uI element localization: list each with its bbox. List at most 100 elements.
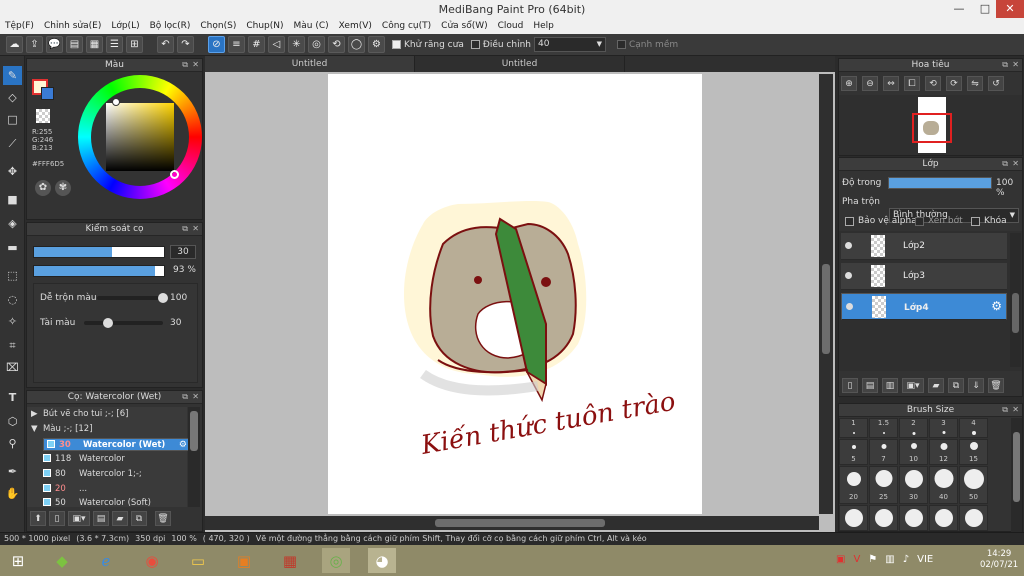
horizontal-scrollbar[interactable] <box>205 516 819 530</box>
saturation-value-square[interactable] <box>106 103 174 171</box>
tray-volume-icon[interactable]: ♪ <box>903 554 909 565</box>
panel-close-icon[interactable]: ✕ <box>192 223 199 235</box>
visibility-eye-icon[interactable] <box>845 272 852 279</box>
internet-explorer-icon[interactable]: ℯ <box>92 548 120 573</box>
brush-item[interactable]: 30 Watercolor (Wet) ⚙ <box>43 438 191 451</box>
menu-window[interactable]: Cửa sổ(W) <box>436 21 492 31</box>
delete-layer-icon[interactable]: 🗑 <box>988 378 1004 393</box>
circle-snap-icon[interactable]: ◎ <box>308 36 325 53</box>
app-grid-icon[interactable]: ▦ <box>276 548 304 573</box>
panel-close-icon[interactable]: ✕ <box>192 391 199 403</box>
tab-untitled-1[interactable]: Untitled <box>205 56 415 72</box>
layer-opacity-slider[interactable] <box>888 177 992 189</box>
navigator-preview[interactable] <box>839 95 1022 155</box>
antialias-checkbox[interactable] <box>392 40 401 49</box>
undo-icon[interactable]: ↶ <box>157 36 174 53</box>
dot-tool-icon[interactable]: □ <box>3 110 22 129</box>
tray-clock[interactable]: 14:29 02/07/21 <box>980 549 1018 571</box>
panel-detach-icon[interactable]: ⧉ <box>1002 59 1008 71</box>
vanish-snap-icon[interactable]: ◁ <box>268 36 285 53</box>
maximize-button[interactable]: □ <box>972 0 998 18</box>
panel-close-icon[interactable]: ✕ <box>1012 404 1019 416</box>
menu-edit[interactable]: Chỉnh sửa(E) <box>39 21 106 31</box>
brush-size-cell[interactable]: 50 <box>959 466 988 504</box>
visibility-eye-icon[interactable] <box>846 303 853 310</box>
delete-brush-icon[interactable]: 🗑 <box>155 511 171 526</box>
close-button[interactable]: ✕ <box>996 0 1024 18</box>
protect-alpha-option[interactable]: Bảo vệ alpha <box>845 216 917 226</box>
brush-size-cell[interactable] <box>869 505 898 531</box>
flip-horizontal-icon[interactable]: ⇋ <box>967 76 983 91</box>
new-8bit-layer-icon[interactable]: ▥ <box>882 378 898 393</box>
menu-snap[interactable]: Chup(N) <box>241 21 288 31</box>
brush-folder-icon[interactable]: ▰ <box>112 511 128 526</box>
lasso-select-icon[interactable]: ◌ <box>3 290 22 309</box>
correction-dropdown[interactable]: 40 ▼ <box>533 37 606 52</box>
merge-layer-icon[interactable]: ⇓ <box>968 378 984 393</box>
lock-option[interactable]: Khóa <box>971 216 1007 226</box>
duplicate-brush-icon[interactable]: ⧉ <box>131 511 147 526</box>
brush-properties-icon[interactable]: ▤ <box>93 511 109 526</box>
actual-size-icon[interactable]: ⧠ <box>904 76 920 91</box>
chrome-icon[interactable]: ◉ <box>138 548 166 573</box>
menu-select[interactable]: Chọn(S) <box>195 21 241 31</box>
panel-close-icon[interactable]: ✕ <box>192 59 199 71</box>
select-eraser-icon[interactable]: ⌧ <box>3 358 22 377</box>
paint-app-icon[interactable]: ◎ <box>322 548 350 573</box>
brush-group[interactable]: ▼ Màu ;-; [12] <box>31 423 179 436</box>
layer-row[interactable]: Lớp3 <box>841 263 1007 290</box>
brush-group[interactable]: ▶ Bút vẽ cho tui ;-; [6] <box>31 408 179 421</box>
speech-bubble-icon[interactable]: 💬 <box>46 36 63 53</box>
hand-tool-icon[interactable]: ✋ <box>3 484 22 503</box>
fit-width-icon[interactable]: ⇔ <box>883 76 899 91</box>
sv-picker-handle[interactable] <box>112 98 120 106</box>
brush-size-cell[interactable]: 30 <box>899 466 928 504</box>
curve-snap-icon[interactable]: ⟲ <box>328 36 345 53</box>
radial-snap-icon[interactable]: ✳ <box>288 36 305 53</box>
brush-size-cell[interactable] <box>839 505 868 531</box>
menu-file[interactable]: Tệp(F) <box>0 21 39 31</box>
amount-slider-knob[interactable] <box>102 318 113 328</box>
brush-opacity-slider[interactable] <box>33 265 165 277</box>
brush-size-cell[interactable]: 25 <box>869 466 898 504</box>
brush-size-cell[interactable]: 2 <box>899 418 928 438</box>
redo-icon[interactable]: ↷ <box>177 36 194 53</box>
pen-tool-icon[interactable]: ✒ <box>3 462 22 481</box>
powerpoint-icon[interactable]: ▣ <box>230 548 258 573</box>
file-explorer-icon[interactable]: ▭ <box>184 548 212 573</box>
drawing-canvas[interactable]: Kiến thức tuôn trào <box>328 74 702 514</box>
brush-size-cell[interactable] <box>929 505 958 531</box>
brush-size-cell[interactable]: 1 <box>839 418 868 438</box>
settings-gear-icon[interactable]: ⚙ <box>368 36 385 53</box>
secondary-color-swatch[interactable] <box>41 87 54 100</box>
tab-untitled-2[interactable]: Untitled <box>415 56 625 72</box>
layer-settings-gear-icon[interactable]: ⚙ <box>991 300 1002 313</box>
panel-detach-icon[interactable]: ⧉ <box>182 223 188 235</box>
transparent-swatch[interactable] <box>36 109 50 123</box>
brush-size-cell[interactable]: 7 <box>869 439 898 465</box>
panel-detach-icon[interactable]: ⧉ <box>1002 404 1008 416</box>
palette-add-icon[interactable]: ✾ <box>55 180 71 196</box>
duplicate-layer-icon[interactable]: ⧉ <box>948 378 964 393</box>
menu-filter[interactable]: Bộ lọc(R) <box>145 21 196 31</box>
brush-size-cell[interactable]: 40 <box>929 466 958 504</box>
blend-slider-knob[interactable] <box>158 293 168 303</box>
layer-row[interactable]: Lớp2 <box>841 233 1007 260</box>
brush-size-value[interactable]: 30 <box>170 245 196 259</box>
add-layer-menu-icon[interactable]: ▣▾ <box>902 378 924 393</box>
parallel-snap-icon[interactable]: ≡ <box>228 36 245 53</box>
new-layer-icon[interactable]: ▯ <box>842 378 858 393</box>
brush-settings-gear-icon[interactable]: ⚙ <box>179 439 187 452</box>
brush-item[interactable]: 20... <box>43 483 191 496</box>
blend-slider[interactable] <box>97 293 168 303</box>
text-tool-icon[interactable]: T <box>3 388 22 407</box>
new-halftone-layer-icon[interactable]: ▤ <box>862 378 878 393</box>
brush-size-cell[interactable]: 1.5 <box>869 418 898 438</box>
zoom-in-icon[interactable]: ⊕ <box>841 76 857 91</box>
amount-slider[interactable] <box>84 318 163 328</box>
hue-picker-handle[interactable] <box>170 170 179 179</box>
brush-list-scrollbar[interactable] <box>188 407 200 507</box>
brush-size-scrollbar[interactable] <box>1011 418 1022 532</box>
cloud-brush-icon[interactable]: ⬆ <box>30 511 46 526</box>
cross-snap-icon[interactable]: # <box>248 36 265 53</box>
